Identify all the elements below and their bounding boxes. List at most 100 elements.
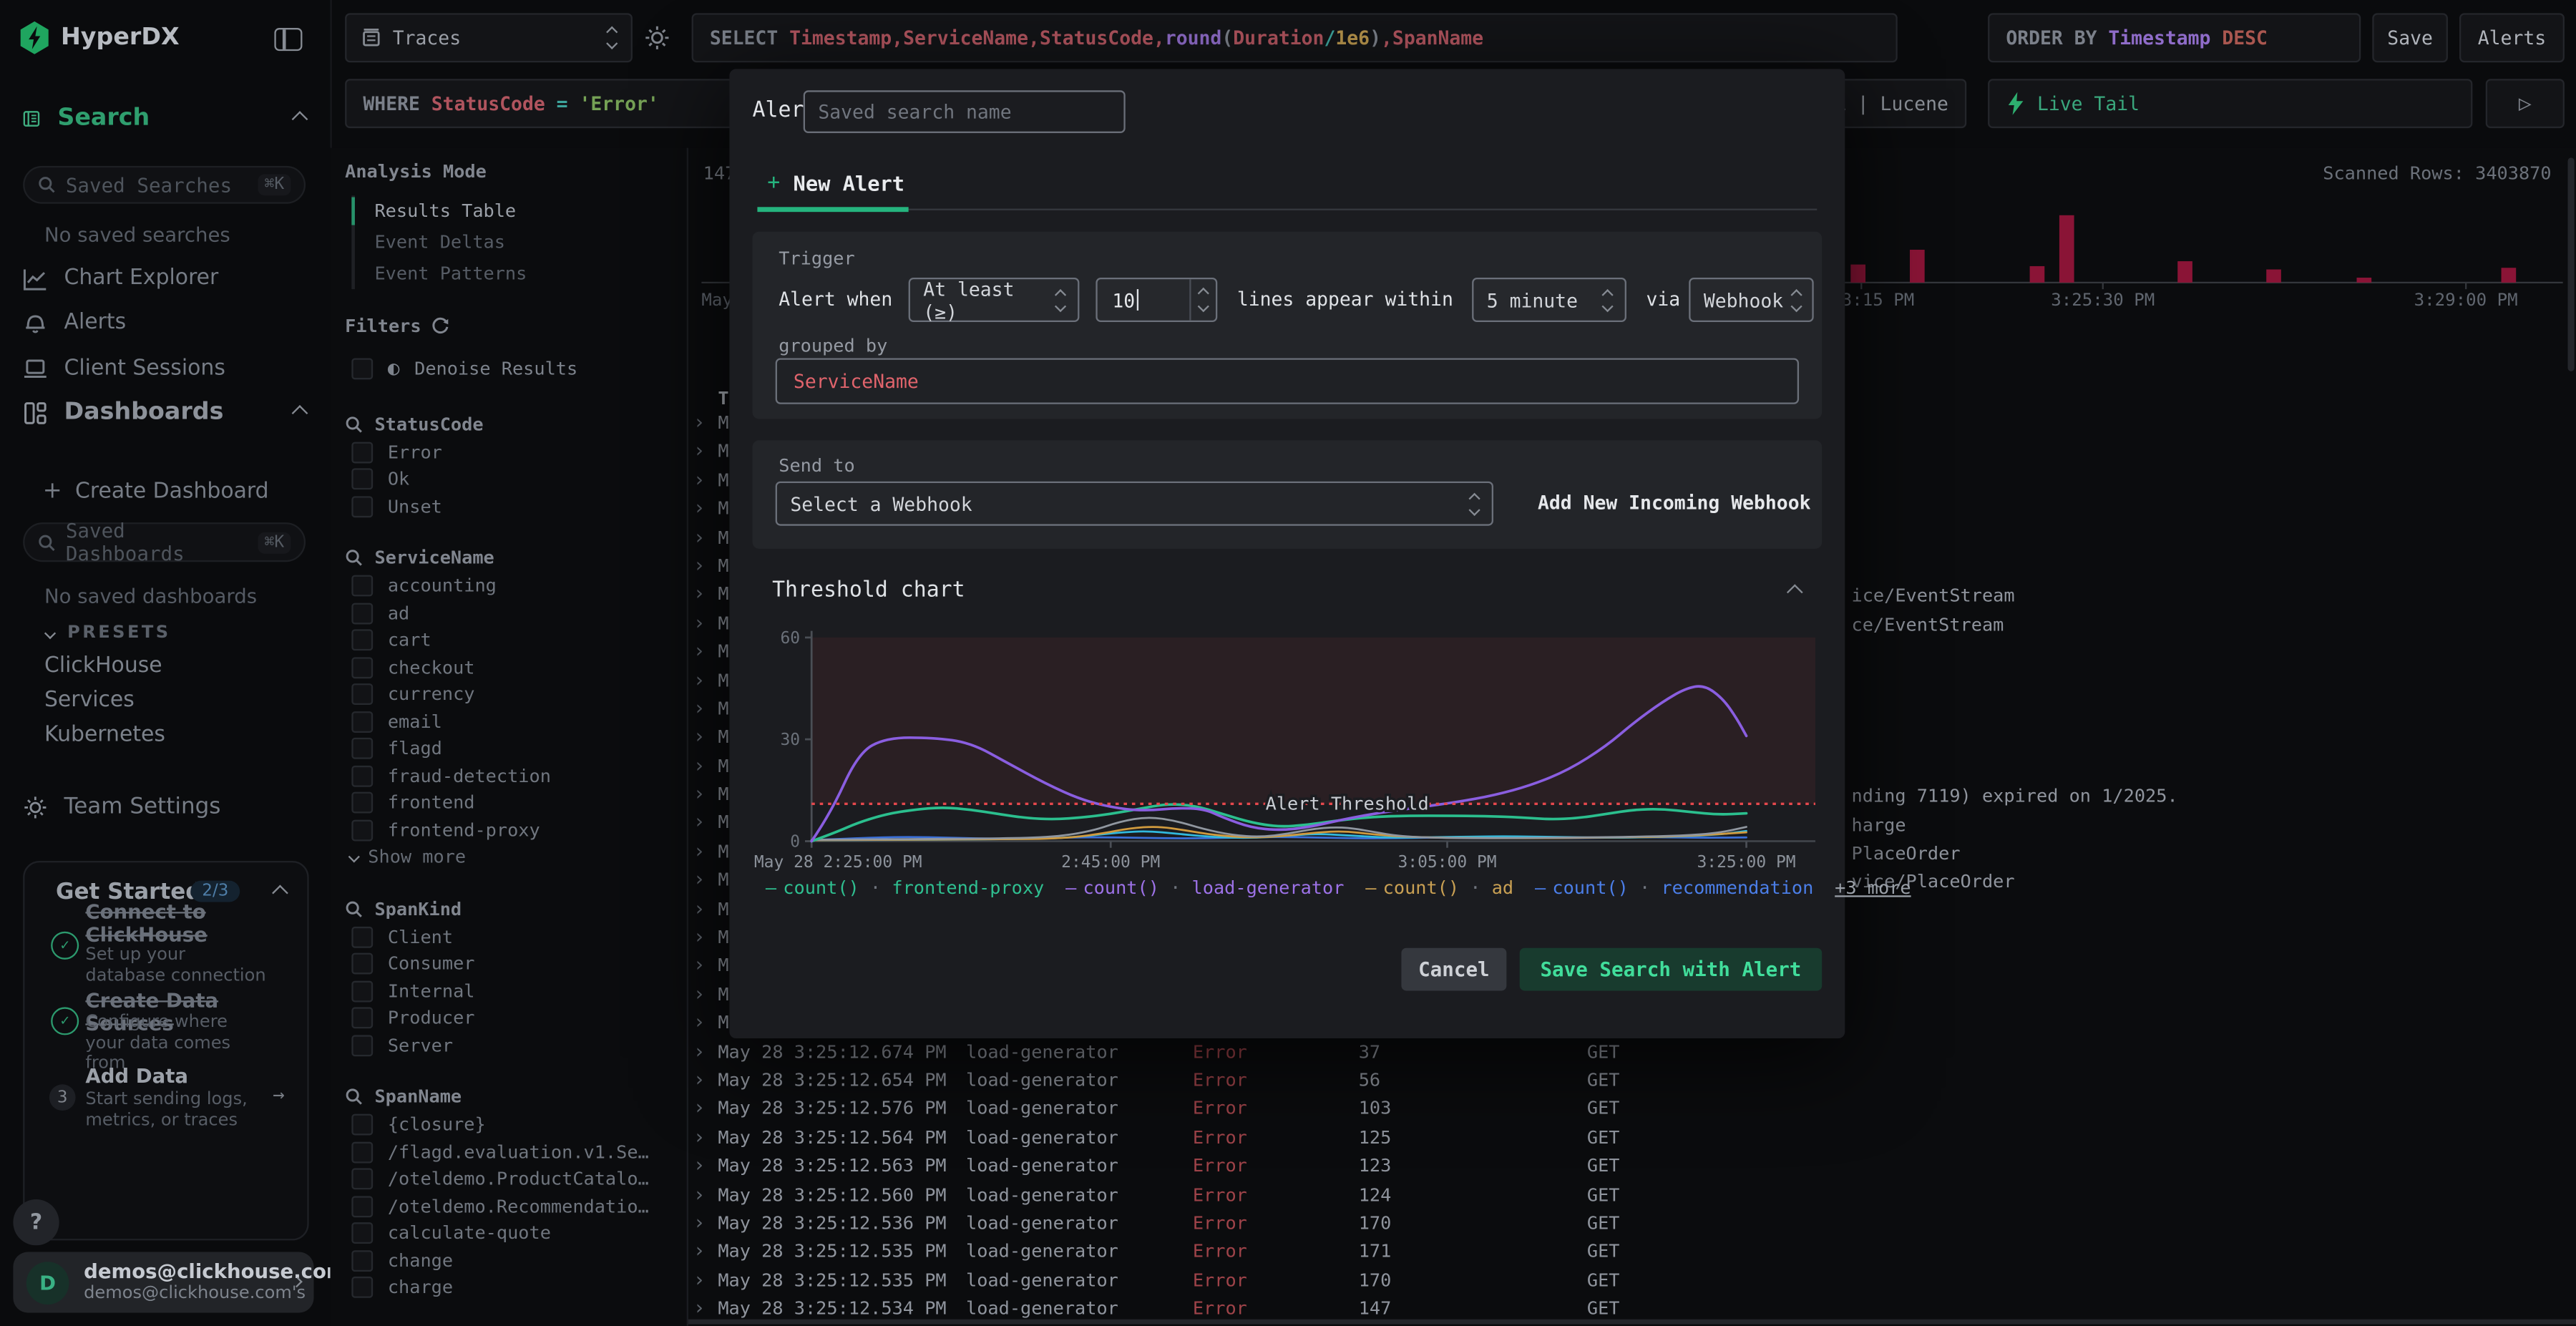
filter-checkbox-item[interactable]: {closure} bbox=[345, 1111, 687, 1139]
checkbox[interactable] bbox=[351, 953, 374, 975]
step-title[interactable]: Add Data bbox=[85, 1065, 291, 1089]
filter-checkbox-item[interactable]: accounting bbox=[345, 572, 687, 600]
refresh-icon[interactable] bbox=[431, 316, 451, 336]
help-button[interactable]: ? bbox=[13, 1199, 59, 1246]
collapse-chart-icon[interactable] bbox=[1786, 584, 1803, 601]
checkbox[interactable] bbox=[351, 629, 374, 651]
checkbox[interactable] bbox=[351, 1277, 374, 1299]
number-spinner[interactable] bbox=[1189, 279, 1216, 321]
mode-event-patterns[interactable]: Event Patterns bbox=[355, 258, 687, 289]
checkbox[interactable] bbox=[351, 1168, 374, 1190]
mode-results-table[interactable]: Results Table bbox=[351, 195, 687, 227]
legend-entry[interactable]: — count() · ad bbox=[1365, 877, 1513, 899]
tab-new-alert[interactable]: + New Alert bbox=[767, 171, 904, 195]
checkbox[interactable] bbox=[351, 575, 374, 597]
checkbox[interactable] bbox=[351, 711, 374, 733]
checkbox[interactable] bbox=[351, 1114, 374, 1136]
channel-select[interactable]: Webhook bbox=[1689, 278, 1814, 323]
filter-checkbox-item[interactable]: frontend bbox=[345, 789, 687, 816]
table-row[interactable]: › May 28 3:25:12.674 PM load-generator Erro… bbox=[688, 1038, 2576, 1066]
checkbox[interactable] bbox=[351, 683, 374, 706]
filter-checkbox-item[interactable]: Producer bbox=[345, 1005, 687, 1032]
checkbox[interactable] bbox=[351, 980, 374, 1002]
sidebar-item-search[interactable]: Search bbox=[23, 105, 308, 132]
checkbox[interactable] bbox=[351, 1195, 374, 1217]
checkbox[interactable] bbox=[351, 819, 374, 841]
filter-checkbox-item[interactable]: Error bbox=[345, 439, 687, 466]
filter-checkbox-item[interactable]: flagd bbox=[345, 735, 687, 762]
source-select[interactable]: Traces bbox=[345, 13, 633, 63]
operator-select[interactable]: At least (≥) bbox=[908, 277, 1080, 323]
filter-checkbox-item[interactable]: Ok bbox=[345, 466, 687, 493]
vertical-scrollbar[interactable] bbox=[2567, 157, 2575, 371]
filter-checkbox-item[interactable]: /flagd.evaluation.v1.Se… bbox=[345, 1139, 687, 1166]
threshold-count-input[interactable]: 10 bbox=[1096, 278, 1218, 323]
sidebar-item-dashboards[interactable]: Dashboards bbox=[23, 399, 308, 426]
live-tail-button[interactable]: Live Tail bbox=[1988, 79, 2473, 129]
checkbox[interactable] bbox=[351, 1007, 374, 1029]
filter-checkbox-item[interactable]: /oteldemo.Recommendatio… bbox=[345, 1193, 687, 1220]
checkbox[interactable] bbox=[351, 1222, 374, 1244]
create-dashboard-button[interactable]: + Create Dashboard bbox=[43, 478, 269, 504]
filter-checkbox-item[interactable]: checkout bbox=[345, 654, 687, 681]
checkbox[interactable] bbox=[351, 603, 374, 624]
table-row[interactable]: › May 28 3:25:12.576 PM load-generator Erro… bbox=[688, 1095, 2576, 1123]
table-row[interactable]: › May 28 3:25:12.654 PM load-generator Erro… bbox=[688, 1066, 2576, 1095]
filter-checkbox-item[interactable]: Server bbox=[345, 1032, 687, 1059]
filter-checkbox-item[interactable]: currency bbox=[345, 681, 687, 708]
checkbox[interactable] bbox=[351, 357, 374, 379]
saved-dashboards-input[interactable]: Saved Dashboards ⌘K bbox=[23, 520, 306, 565]
alerts-button[interactable]: Alerts bbox=[2459, 13, 2565, 63]
legend-entry[interactable]: — count() · frontend-proxy bbox=[766, 877, 1044, 899]
checkbox[interactable] bbox=[351, 1141, 374, 1163]
legend-more-button[interactable]: +3 more bbox=[1835, 877, 1911, 899]
source-settings-gear-icon[interactable] bbox=[644, 24, 670, 51]
time-window-select[interactable]: 5 minute bbox=[1472, 278, 1626, 323]
mode-event-deltas[interactable]: Event Deltas bbox=[355, 227, 687, 258]
filter-checkbox-item[interactable]: email bbox=[345, 708, 687, 736]
checkbox[interactable] bbox=[351, 1034, 374, 1056]
sidebar-collapse-icon[interactable] bbox=[274, 28, 303, 52]
saved-search-name-input[interactable] bbox=[803, 90, 1126, 133]
save-search-with-alert-button[interactable]: Save Search with Alert bbox=[1519, 947, 1823, 991]
checkbox[interactable] bbox=[351, 792, 374, 814]
cancel-button[interactable]: Cancel bbox=[1401, 947, 1507, 991]
preset-services[interactable]: Services bbox=[44, 688, 135, 713]
checkbox[interactable] bbox=[351, 656, 374, 678]
checkbox[interactable] bbox=[351, 495, 374, 517]
filter-checkbox-item[interactable]: frontend-proxy bbox=[345, 816, 687, 844]
save-button[interactable]: Save bbox=[2372, 13, 2448, 63]
filter-checkbox-item[interactable]: calculate-quote bbox=[345, 1220, 687, 1247]
webhook-select[interactable]: Select a Webhook bbox=[775, 481, 1493, 526]
order-by-input[interactable]: ORDER BY Timestamp DESC bbox=[1988, 13, 2361, 63]
filter-checkbox-item[interactable]: cart bbox=[345, 627, 687, 654]
preset-clickhouse[interactable]: ClickHouse bbox=[44, 654, 162, 678]
run-query-button[interactable]: ▷ bbox=[2485, 79, 2565, 129]
legend-entry[interactable]: — count() · load-generator bbox=[1065, 877, 1344, 899]
checkbox[interactable] bbox=[351, 442, 374, 463]
denoise-results-toggle[interactable]: ◐ Denoise Results bbox=[345, 350, 687, 386]
sidebar-item-chart-explorer[interactable]: Chart Explorer bbox=[23, 266, 218, 291]
group-by-input[interactable]: ServiceName bbox=[775, 358, 1800, 404]
sidebar-item-client-sessions[interactable]: Client Sessions bbox=[23, 356, 225, 381]
checkbox[interactable] bbox=[351, 1249, 374, 1272]
filter-checkbox-item[interactable]: Internal bbox=[345, 978, 687, 1005]
filter-checkbox-item[interactable]: charge bbox=[345, 1274, 687, 1301]
legend-entry[interactable]: — count() · recommendation bbox=[1535, 877, 1813, 899]
show-more-button[interactable]: Show more bbox=[345, 844, 687, 871]
checkbox[interactable] bbox=[351, 926, 374, 948]
select-query-input[interactable]: SELECT Timestamp,ServiceName,StatusCode,… bbox=[691, 13, 1898, 63]
filter-checkbox-item[interactable]: Client bbox=[345, 923, 687, 950]
preset-kubernetes[interactable]: Kubernetes bbox=[44, 723, 165, 747]
filter-checkbox-item[interactable]: ad bbox=[345, 600, 687, 627]
table-row[interactable]: › May 28 3:25:12.535 PM load-generator Erro… bbox=[688, 1267, 2576, 1295]
user-menu[interactable]: D demos@clickhouse.com demos@clickhouse.… bbox=[13, 1252, 347, 1313]
sidebar-item-alerts[interactable]: Alerts bbox=[23, 311, 126, 335]
saved-searches-input[interactable]: Saved Searches ⌘K bbox=[23, 165, 306, 204]
step-title[interactable]: Connect to ClickHouse bbox=[85, 901, 291, 947]
filter-checkbox-item[interactable]: fraud-detection bbox=[345, 762, 687, 789]
table-row[interactable]: › May 28 3:25:12.564 PM load-generator Erro… bbox=[688, 1123, 2576, 1152]
checkbox[interactable] bbox=[351, 468, 374, 490]
checkbox[interactable] bbox=[351, 738, 374, 760]
filter-checkbox-item[interactable]: change bbox=[345, 1247, 687, 1274]
